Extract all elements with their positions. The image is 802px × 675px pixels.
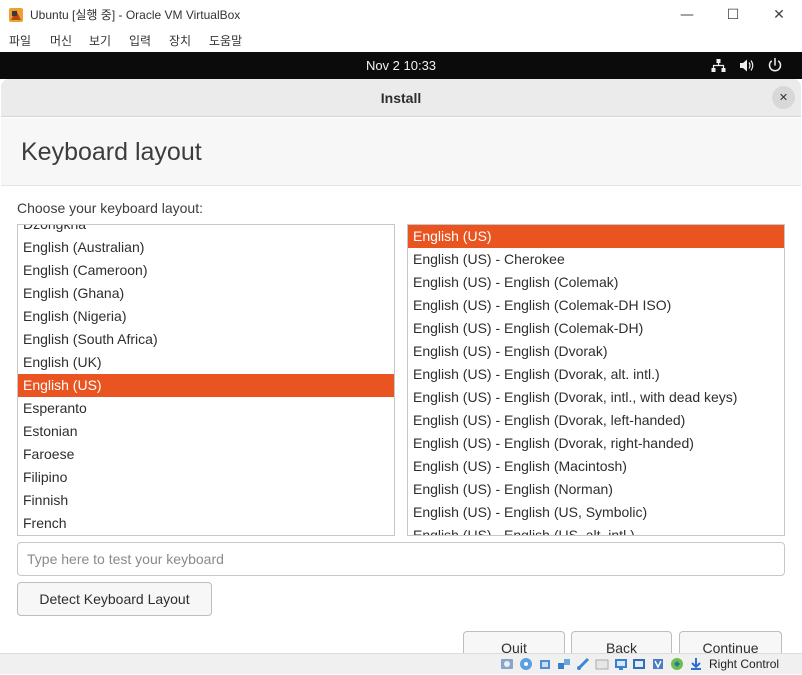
variant-list-item[interactable]: English (US) <box>408 225 784 248</box>
mouse-integration-icon[interactable] <box>670 657 684 671</box>
shared-folder-icon[interactable] <box>595 657 609 671</box>
layout-list-item[interactable]: French <box>18 512 394 535</box>
network-wired-icon[interactable] <box>711 58 726 73</box>
virtualbox-app-icon <box>9 8 23 22</box>
menu-file[interactable]: 파일 <box>9 31 31 52</box>
power-icon[interactable] <box>767 57 783 73</box>
optical-disk-icon[interactable] <box>519 657 533 671</box>
host-title-bar: Ubuntu [실행 중] - Oracle VM VirtualBox — ☐… <box>0 0 802 31</box>
layout-list-item[interactable]: Dzongkha <box>18 225 394 236</box>
variant-list-item[interactable]: English (US) - English (Dvorak, alt. int… <box>408 363 784 386</box>
keyboard-test-input[interactable] <box>17 542 785 576</box>
layout-list-item[interactable]: English (Cameroon) <box>18 259 394 282</box>
usb-icon[interactable] <box>576 657 590 671</box>
window-title: Ubuntu [실행 중] - Oracle VM VirtualBox <box>30 8 241 22</box>
layout-list-item[interactable]: Finnish <box>18 489 394 512</box>
installer-close-button[interactable]: ✕ <box>772 86 795 109</box>
hard-disk-icon[interactable] <box>500 657 514 671</box>
variant-list-item[interactable]: English (US) - English (Colemak-DH) <box>408 317 784 340</box>
variant-list-item[interactable]: English (US) - English (Colemak) <box>408 271 784 294</box>
guest-top-bar: Nov 2 10:33 <box>0 52 802 79</box>
layout-prompt: Choose your keyboard layout: <box>17 200 203 216</box>
variant-list-item[interactable]: English (US) - Cherokee <box>408 248 784 271</box>
layout-list[interactable]: Dzongkha English (Australian) English (Cam… <box>17 224 395 536</box>
layout-list-item[interactable]: English (Nigeria) <box>18 305 394 328</box>
installer-header-bar: Install ✕ <box>1 79 801 117</box>
installer-window: Install ✕ Keyboard layout Choose your ke… <box>1 79 801 661</box>
layout-list-item[interactable]: English (Ghana) <box>18 282 394 305</box>
layout-list-item[interactable]: English (US) <box>18 374 394 397</box>
minimize-button[interactable]: — <box>664 0 710 31</box>
menu-devices[interactable]: 장치 <box>169 31 191 52</box>
menu-machine[interactable]: 머신 <box>50 31 72 52</box>
video-capture-icon[interactable] <box>632 657 646 671</box>
installer-header-title: Install <box>380 90 422 106</box>
layout-list-item[interactable]: Esperanto <box>18 397 394 420</box>
layout-list-item[interactable]: Filipino <box>18 466 394 489</box>
display-icon[interactable] <box>614 657 628 671</box>
menu-input[interactable]: 입력 <box>129 31 151 52</box>
layout-list-item[interactable]: English (UK) <box>18 351 394 374</box>
vm-status-bar: Right Control <box>0 653 802 674</box>
menu-view[interactable]: 보기 <box>89 31 111 52</box>
page-title: Keyboard layout <box>21 138 202 166</box>
variant-list-item[interactable]: English (US) - English (Macintosh) <box>408 455 784 478</box>
variant-list-item[interactable]: English (US) - English (Dvorak, left-han… <box>408 409 784 432</box>
layout-list-item[interactable]: English (Australian) <box>18 236 394 259</box>
clock[interactable]: Nov 2 10:33 <box>0 52 802 79</box>
layout-list-item[interactable]: Faroese <box>18 443 394 466</box>
detect-keyboard-layout-button[interactable]: Detect Keyboard Layout <box>17 582 212 616</box>
variant-list-item[interactable]: English (US) - English (US, Symbolic) <box>408 501 784 524</box>
cpu-icon[interactable] <box>651 657 665 671</box>
maximize-button[interactable]: ☐ <box>710 0 756 31</box>
host-key-label: Right Control <box>709 657 780 671</box>
close-icon: ✕ <box>778 91 789 104</box>
page-header: Keyboard layout <box>1 118 801 186</box>
variant-list-item[interactable]: English (US) - English (Dvorak, right-ha… <box>408 432 784 455</box>
audio-icon[interactable] <box>538 657 552 671</box>
variant-list[interactable]: English (US) English (US) - Cherokee Engli… <box>407 224 785 536</box>
volume-icon[interactable] <box>739 58 755 73</box>
variant-list-item[interactable]: English (US) - English (Dvorak) <box>408 340 784 363</box>
layout-list-item[interactable]: Estonian <box>18 420 394 443</box>
menu-help[interactable]: 도움말 <box>209 31 242 52</box>
variant-list-item[interactable]: English (US) - English (Norman) <box>408 478 784 501</box>
variant-list-item[interactable]: English (US) - English (Colemak-DH ISO) <box>408 294 784 317</box>
host-menu-bar: 파일 머신 보기 입력 장치 도움말 <box>0 31 802 52</box>
layout-list-item[interactable]: English (South Africa) <box>18 328 394 351</box>
host-key-icon[interactable] <box>689 657 703 671</box>
variant-list-item[interactable]: English (US) - English (US, alt. intl.) <box>408 524 784 535</box>
variant-list-item[interactable]: English (US) - English (Dvorak, intl., w… <box>408 386 784 409</box>
close-window-button[interactable]: ✕ <box>756 0 802 31</box>
network-icon[interactable] <box>557 657 571 671</box>
